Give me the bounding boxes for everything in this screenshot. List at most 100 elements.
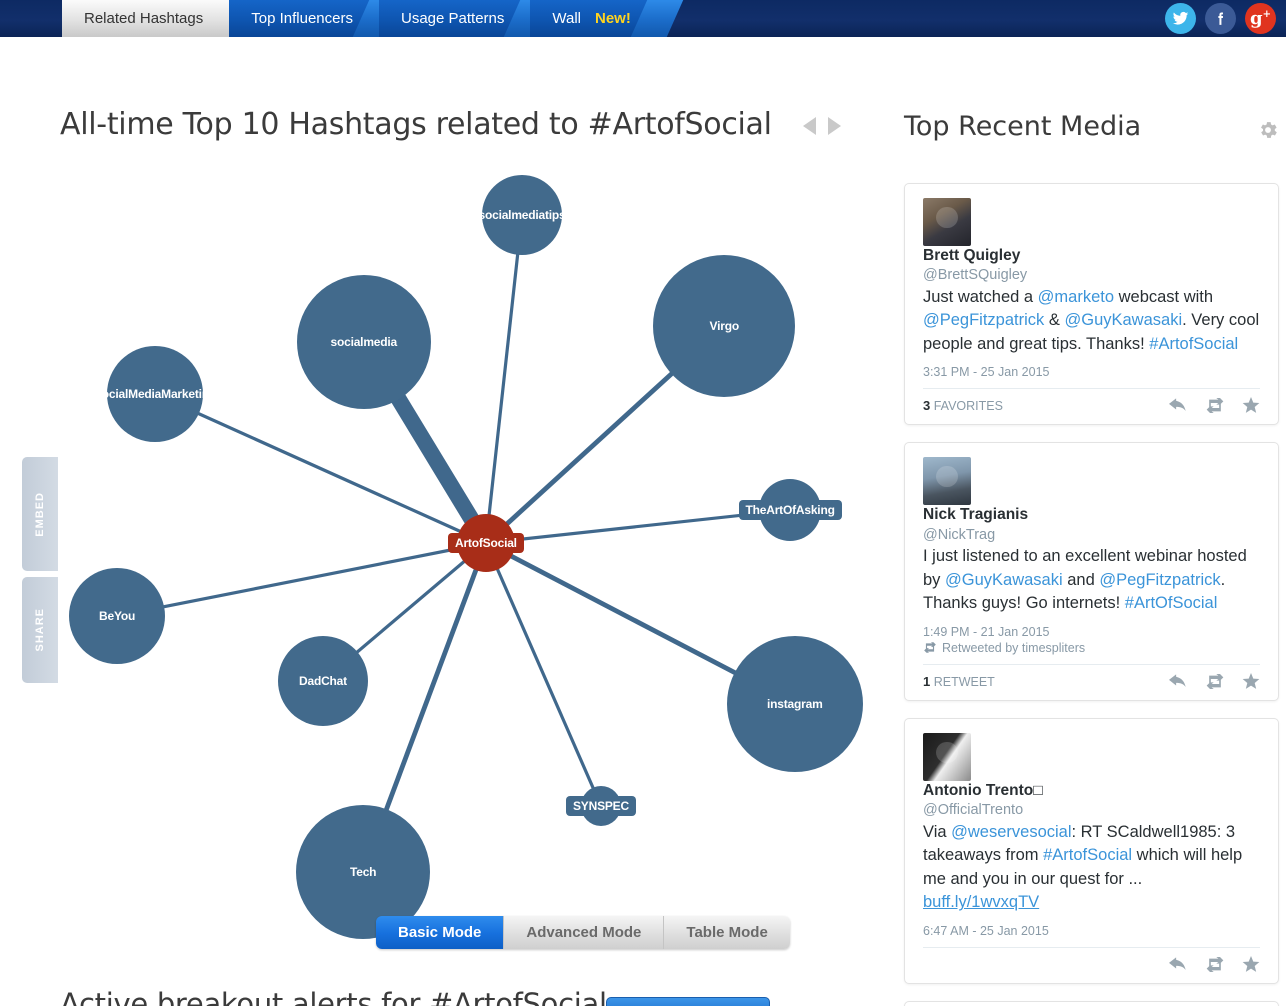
tweet-author-name[interactable]: Antonio Trento□ — [923, 781, 1260, 800]
avatar[interactable] — [923, 732, 971, 781]
nav-tab-usage-patterns[interactable]: Usage Patterns — [378, 0, 557, 37]
retweet-icon[interactable] — [1205, 956, 1225, 972]
side-tabs: EMBED SHARE — [22, 457, 58, 683]
tweet-mention-link[interactable]: @PegFitzpatrick — [1099, 571, 1220, 589]
tweet-card[interactable]: Scott Caldwell@SCaldwell1985 — [904, 1000, 1279, 1006]
tweet-mention-link[interactable]: @weservesocial — [951, 823, 1071, 841]
reply-icon[interactable] — [1169, 957, 1188, 972]
graph-node-theartofasking[interactable] — [759, 479, 821, 541]
favorite-icon[interactable] — [1242, 955, 1260, 973]
page-body: All-time Top 10 Hashtags related to #Art… — [0, 37, 1286, 1006]
mode-switcher: Basic Mode Advanced Mode Table Mode — [376, 916, 790, 949]
tweet-engagement-count: 3 FAVORITES — [923, 398, 1003, 414]
nav-tab-related-hashtags[interactable]: Related Hashtags — [62, 0, 256, 37]
page-title: All-time Top 10 Hashtags related to #Art… — [60, 107, 772, 142]
facebook-icon[interactable] — [1205, 3, 1236, 34]
tweet-author-handle[interactable]: @OfficialTrento — [923, 800, 1260, 820]
graph-edge — [116, 541, 487, 618]
gear-icon[interactable] — [1257, 119, 1279, 141]
nav-tab-label: Wall — [552, 10, 581, 27]
tweet-text: Via @weservesocial: RT SCaldwell1985: 3 … — [923, 822, 1243, 912]
top-navigation-bar: Related Hashtags Top Influencers Usage Pat… — [0, 0, 1286, 37]
graph-node-synspec[interactable] — [581, 786, 621, 826]
tweet-card[interactable]: Brett Quigley @BrettSQuigley Just watched … — [904, 183, 1279, 426]
tweet-hashtag-link[interactable]: #ArtofSocial — [1149, 335, 1238, 353]
tweet-footer: 3 FAVORITES — [923, 388, 1260, 414]
graph-node-dadchat[interactable] — [278, 636, 368, 726]
tweet-retweeted-by: Retweeted by timespliters — [923, 641, 1260, 655]
tweet-mention-link[interactable]: @GuyKawasaki — [1064, 311, 1182, 329]
retweet-small-icon — [924, 642, 936, 654]
social-share-icons: g+ — [1165, 3, 1276, 34]
graph-node-socialmediatips[interactable] — [482, 175, 562, 255]
avatar[interactable] — [923, 198, 971, 246]
right-column: Top Recent Media Brett Quigley @BrettSQui… — [890, 37, 1286, 1006]
tweet-actions — [1169, 672, 1260, 690]
tweet-timestamp: 6:47 AM - 25 Jan 2015 — [923, 923, 1049, 938]
share-tab-label: SHARE — [34, 608, 46, 652]
graph-node-virgo[interactable] — [653, 255, 795, 397]
next-arrow-icon[interactable] — [828, 117, 841, 135]
tweet-hashtag-link[interactable]: #ArtofSocial — [1043, 846, 1132, 864]
nav-tab-label: Usage Patterns — [400, 10, 505, 27]
favorite-icon[interactable] — [1242, 397, 1260, 414]
nav-tab-label: Top Influencers — [251, 10, 353, 27]
nav-tab-label: Related Hashtags — [84, 10, 204, 27]
mode-button-basic-mode[interactable]: Basic Mode — [376, 916, 505, 949]
nav-tab-top-influencers[interactable]: Top Influencers — [229, 0, 406, 37]
tweet-mention-link[interactable]: @GuyKawasaki — [945, 571, 1063, 589]
tweet-timestamp: 3:31 PM - 25 Jan 2015 — [923, 365, 1050, 380]
top-recent-media-title: Top Recent Media — [904, 111, 1142, 142]
reply-icon[interactable] — [1169, 674, 1188, 689]
retweet-icon[interactable] — [1205, 398, 1225, 414]
retweeted-by-label: Retweeted by timespliters — [942, 640, 1086, 655]
tweet-link-url[interactable]: buff.ly/1wvxqTV — [923, 893, 1039, 911]
nav-tab-wall[interactable]: Wall New! — [530, 0, 684, 37]
tweet-mention-link[interactable]: @PegFitzpatrick — [923, 311, 1044, 329]
tweet-header: Antonio Trento□ @OfficialTrento — [923, 732, 1260, 821]
avatar[interactable] — [923, 457, 971, 506]
tweet-list: Brett Quigley @BrettSQuigley Just watched … — [904, 183, 1279, 1006]
tweet-author-name[interactable]: Nick Tragianis — [923, 505, 1260, 524]
tweet-hashtag-link[interactable]: #ArtOfSocial — [1125, 594, 1218, 612]
tweet-header: Brett Quigley @BrettSQuigley — [923, 198, 1260, 286]
mode-button-table-mode[interactable]: Table Mode — [664, 916, 790, 949]
tweet-mention-link[interactable]: @marketo — [1038, 288, 1114, 306]
tweet-author-name[interactable]: Brett Quigley — [923, 246, 1260, 265]
googleplus-icon[interactable]: g+ — [1245, 3, 1276, 34]
reply-icon[interactable] — [1169, 398, 1188, 413]
retweet-icon[interactable] — [1205, 673, 1225, 689]
tweet-author-handle[interactable]: @BrettSQuigley — [923, 265, 1260, 285]
graph-node-artofsocial[interactable] — [457, 514, 515, 572]
carousel-arrows — [803, 117, 841, 135]
embed-tab[interactable]: EMBED — [22, 457, 58, 571]
prev-arrow-icon[interactable] — [803, 117, 816, 135]
graph-node-socialmedia[interactable] — [297, 275, 431, 409]
favorite-icon[interactable] — [1242, 672, 1260, 690]
new-badge: New! — [594, 10, 631, 27]
tweet-author-handle[interactable]: @NickTrag — [923, 525, 1260, 545]
graph-node-beyou[interactable] — [69, 568, 165, 664]
tweet-header: Nick Tragianis @NickTrag — [923, 457, 1260, 545]
graph-edge — [484, 214, 524, 544]
tweet-text: Just watched a @marketo webcast with @Pe… — [923, 287, 1260, 353]
graph-node-instagram[interactable] — [727, 636, 863, 772]
activate-email-alerts-button[interactable]: Activate email alerts — [606, 997, 770, 1006]
tweet-card[interactable]: Nick Tragianis @NickTrag I just listened t… — [904, 442, 1279, 701]
tweet-actions — [1169, 397, 1260, 414]
tweet-timestamp: 1:49 PM - 21 Jan 2015 — [923, 624, 1050, 639]
tweet-text: I just listened to an excellent webinar … — [923, 547, 1247, 613]
left-column: All-time Top 10 Hashtags related to #Art… — [0, 37, 890, 1006]
graph-node-socialmediamarketing[interactable] — [107, 346, 203, 442]
graph-edge — [485, 508, 791, 545]
alerts-title: Active breakout alerts for #ArtofSocial — [60, 987, 607, 1006]
mode-button-advanced-mode[interactable]: Advanced Mode — [504, 916, 665, 949]
tweet-card[interactable]: Antonio Trento□ @OfficialTrento Via @weser… — [904, 717, 1279, 984]
tweet-actions — [1169, 955, 1260, 973]
tweet-footer — [923, 946, 1260, 973]
nav-tab-list: Related Hashtags Top Influencers Usage Pat… — [62, 0, 684, 37]
twitter-icon[interactable] — [1165, 3, 1196, 34]
graph-edge — [484, 542, 603, 807]
hashtag-network-graph[interactable]: socialmediatips socialmedia Virgo SocialMed… — [60, 169, 863, 939]
share-tab[interactable]: SHARE — [22, 577, 58, 683]
